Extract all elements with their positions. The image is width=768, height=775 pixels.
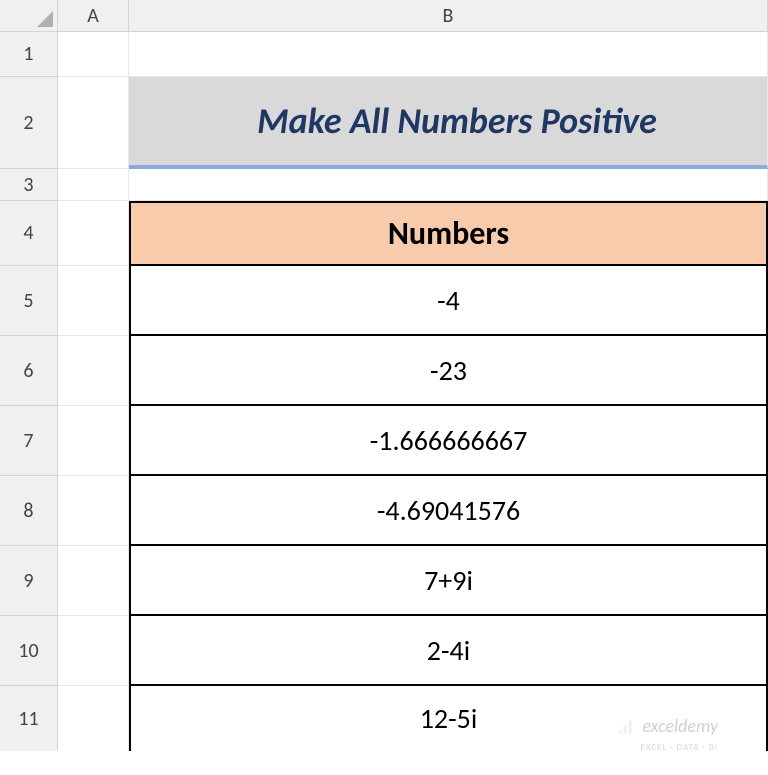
- watermark-text: exceldemy: [642, 715, 718, 737]
- spreadsheet-grid: A B 1 2 Make All Numbers Positive 3 4 Nu…: [0, 0, 768, 751]
- row-header-10[interactable]: 10: [0, 616, 58, 686]
- row-header-7[interactable]: 7: [0, 406, 58, 476]
- table-row[interactable]: 7+9i: [129, 546, 768, 616]
- cell-a5[interactable]: [58, 266, 129, 336]
- row-header-5[interactable]: 5: [0, 266, 58, 336]
- row-header-6[interactable]: 6: [0, 336, 58, 406]
- table-row[interactable]: -4.69041576: [129, 476, 768, 546]
- table-row[interactable]: -23: [129, 336, 768, 406]
- watermark-logo: exceldemy: [616, 715, 718, 737]
- table-row[interactable]: -4: [129, 266, 768, 336]
- cell-a10[interactable]: [58, 616, 129, 686]
- row-header-9[interactable]: 9: [0, 546, 58, 616]
- table-header-numbers[interactable]: Numbers: [129, 201, 768, 266]
- cell-a3[interactable]: [58, 169, 129, 201]
- cell-a7[interactable]: [58, 406, 129, 476]
- table-row[interactable]: 2-4i: [129, 616, 768, 686]
- cell-a4[interactable]: [58, 201, 129, 266]
- select-all-corner[interactable]: [0, 0, 58, 32]
- row-header-3[interactable]: 3: [0, 169, 58, 201]
- cell-a1[interactable]: [58, 32, 129, 77]
- cell-a8[interactable]: [58, 476, 129, 546]
- column-header-a[interactable]: A: [58, 0, 129, 32]
- cell-b3[interactable]: [129, 169, 768, 201]
- cell-a9[interactable]: [58, 546, 129, 616]
- cell-a6[interactable]: [58, 336, 129, 406]
- chart-icon: [616, 716, 636, 736]
- table-row[interactable]: -1.666666667: [129, 406, 768, 476]
- cell-a2[interactable]: [58, 77, 129, 169]
- row-header-2[interactable]: 2: [0, 77, 58, 169]
- row-header-4[interactable]: 4: [0, 201, 58, 266]
- column-header-b[interactable]: B: [129, 0, 768, 32]
- title-cell[interactable]: Make All Numbers Positive: [129, 77, 768, 169]
- row-header-11[interactable]: 11: [0, 686, 58, 751]
- cell-b1[interactable]: [129, 32, 768, 77]
- row-header-8[interactable]: 8: [0, 476, 58, 546]
- cell-a11[interactable]: [58, 686, 129, 751]
- watermark-subtext: EXCEL · DATA · BI: [641, 742, 718, 753]
- row-header-1[interactable]: 1: [0, 32, 58, 77]
